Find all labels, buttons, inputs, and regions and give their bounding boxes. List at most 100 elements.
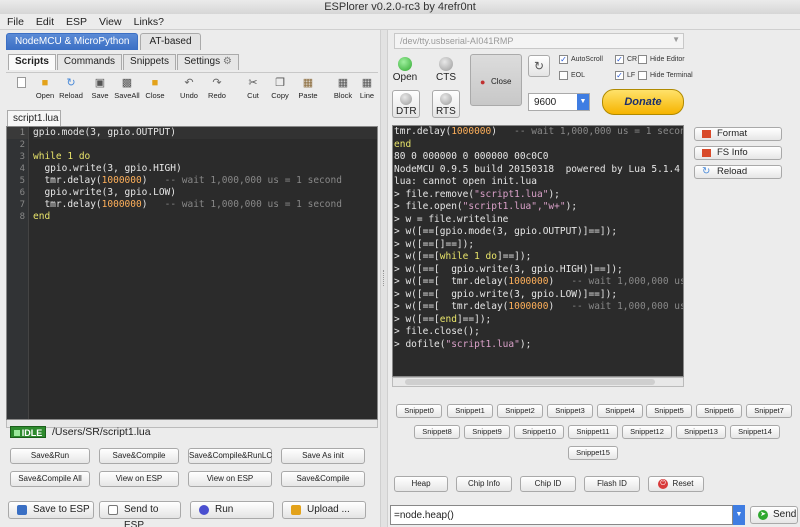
tab-commands[interactable]: Commands [56, 54, 123, 70]
format-icon [702, 130, 711, 138]
flash-id-button[interactable]: Flash ID [584, 476, 640, 492]
heap-button[interactable]: Heap [394, 476, 448, 492]
send-button[interactable]: ➤ Send [750, 506, 798, 524]
view-on-esp-button[interactable]: View on ESP [99, 471, 179, 487]
fs-info-icon [702, 149, 711, 157]
redo-button[interactable]: ↷ Redo [204, 77, 230, 107]
menu-links[interactable]: Links? [127, 14, 169, 28]
port-select[interactable]: /dev/tty.usbserial-AI041RMP ▼ [394, 33, 684, 49]
snippet-button-11[interactable]: Snippet11 [568, 425, 618, 439]
command-history-dropdown[interactable]: ▼ [733, 505, 745, 525]
terminal-text: NodeMCU 0.9.5 build 20150318 powered by … [394, 163, 680, 175]
close-port-button[interactable]: ● Close [470, 54, 522, 106]
refresh-ports-button[interactable]: ↻ [528, 55, 550, 77]
format-button[interactable]: Format [694, 127, 782, 141]
block-comment-button[interactable]: ▦ Block [330, 77, 356, 107]
menu-edit[interactable]: Edit [29, 14, 59, 28]
eol-checkbox[interactable] [559, 71, 568, 80]
chip-id-button[interactable]: Chip ID [520, 476, 576, 492]
save-all-button[interactable]: ▩ SaveAll [114, 77, 140, 107]
hide-editor-checkbox[interactable] [638, 55, 647, 64]
save-compile-button-2[interactable]: Save&Compile [281, 471, 365, 487]
save-compile-button[interactable]: Save&Compile [99, 448, 179, 464]
lf-checkbox[interactable]: ✓ [615, 71, 624, 80]
pane-splitter[interactable] [380, 30, 388, 527]
terminal-text: > file.open( [394, 201, 463, 212]
save-to-esp-button[interactable]: Save to ESP [8, 501, 94, 519]
tab-settings[interactable]: Settings ⚙ [176, 54, 239, 70]
snippet-button-4[interactable]: Snippet4 [597, 404, 643, 418]
donate-button[interactable]: Donate [602, 89, 684, 115]
cut-button[interactable]: ✂ Cut [240, 77, 266, 107]
open-button[interactable]: ■ Open [32, 77, 58, 107]
snippet-button-8[interactable]: Snippet8 [414, 425, 460, 439]
save-label: Save [91, 91, 109, 100]
code-line-6: gpio.write(3, gpio.LOW) [33, 187, 377, 199]
tab-at-based[interactable]: AT-based [140, 33, 201, 50]
snippet-button-0[interactable]: Snippet0 [396, 404, 442, 418]
reload-button[interactable]: ↻ Reload [58, 77, 84, 107]
new-file-button[interactable] [8, 77, 34, 107]
chip-info-button[interactable]: Chip Info [456, 476, 512, 492]
menu-view[interactable]: View [92, 14, 127, 28]
save-as-init-button[interactable]: Save As init [281, 448, 365, 464]
code-editor[interactable]: 1 2 3 4 5 6 7 8 gpio.mode(3, gpio.OUTPUT… [6, 126, 378, 420]
save-compile-runlc-button[interactable]: Save&Compile&RunLC [188, 448, 272, 464]
string: "script1.lua" [474, 188, 549, 200]
line-number: 3 [19, 152, 25, 162]
tab-snippets[interactable]: Snippets [123, 54, 176, 70]
menu-bar: File Edit ESP View Links? [0, 14, 800, 30]
keyword: do [485, 251, 497, 262]
terminal-horizontal-scrollbar[interactable] [392, 377, 684, 387]
sub-tabs: Scripts Commands Snippets Settings ⚙ [8, 54, 240, 70]
hide-terminal-checkbox[interactable] [638, 71, 647, 80]
upload-button[interactable]: Upload ... [282, 501, 366, 519]
terminal-text: > w([==[ gpio.write(3, gpio.LOW)]==]); [394, 288, 618, 300]
reload-files-button[interactable]: ↻ Reload [694, 165, 782, 179]
fs-info-button[interactable]: FS Info [694, 146, 782, 160]
menu-file[interactable]: File [0, 14, 29, 28]
save-button[interactable]: ▣ Save [87, 77, 113, 107]
undo-button[interactable]: ↶ Undo [176, 77, 202, 107]
open-label[interactable]: Open [390, 72, 420, 83]
snippet-button-2[interactable]: Snippet2 [497, 404, 543, 418]
terminal-output[interactable]: tmr.delay(1000000) -- wait 1,000,000 us … [392, 125, 684, 377]
snippet-button-6[interactable]: Snippet6 [696, 404, 742, 418]
menu-esp[interactable]: ESP [59, 14, 92, 28]
snippet-button-3[interactable]: Snippet3 [547, 404, 593, 418]
view-on-esp-button-2[interactable]: View on ESP [188, 471, 272, 487]
file-tab-script1[interactable]: script1.lua [7, 110, 61, 126]
scrollbar-thumb[interactable] [405, 379, 655, 385]
snippet-button-5[interactable]: Snippet5 [646, 404, 692, 418]
cr-checkbox[interactable]: ✓ [615, 55, 624, 64]
copy-button[interactable]: ❐ Copy [267, 77, 293, 107]
snippet-button-15[interactable]: Snippet15 [568, 446, 618, 460]
line-comment-button[interactable]: ▦ Line [356, 77, 378, 107]
number: 1000000 [508, 276, 549, 287]
snippet-button-9[interactable]: Snippet9 [464, 425, 510, 439]
save-run-button[interactable]: Save&Run [10, 448, 90, 464]
snippet-button-14[interactable]: Snippet14 [730, 425, 780, 439]
reload-icon: ↻ [702, 166, 711, 177]
send-to-esp-button[interactable]: Send to ESP [99, 501, 181, 527]
rts-button[interactable]: RTS [432, 90, 460, 118]
close-file-button[interactable]: ■ Close [142, 77, 168, 107]
tab-nodemcu[interactable]: NodeMCU & MicroPython [6, 33, 139, 50]
save-compile-all-button[interactable]: Save&Compile All [10, 471, 90, 487]
keyword: do [78, 151, 91, 162]
tab-scripts[interactable]: Scripts [8, 54, 56, 70]
baud-rate-select[interactable]: 9600 ▼ [528, 93, 590, 111]
snippet-button-12[interactable]: Snippet12 [622, 425, 672, 439]
snippet-button-1[interactable]: Snippet1 [447, 404, 493, 418]
paste-button[interactable]: ▦ Paste [295, 77, 321, 107]
reload-files-label: Reload [717, 166, 748, 177]
reset-button[interactable]: ⏻ Reset [648, 476, 704, 492]
command-input[interactable]: =node.heap() [390, 505, 733, 525]
snippet-button-10[interactable]: Snippet10 [514, 425, 564, 439]
snippet-button-7[interactable]: Snippet7 [746, 404, 792, 418]
snippet-button-13[interactable]: Snippet13 [676, 425, 726, 439]
autoscroll-checkbox[interactable]: ✓ [559, 55, 568, 64]
run-button[interactable]: Run [190, 501, 274, 519]
dtr-button[interactable]: DTR [392, 90, 420, 118]
right-pane: /dev/tty.usbserial-AI041RMP ▼ Open CTS ● … [388, 30, 800, 527]
